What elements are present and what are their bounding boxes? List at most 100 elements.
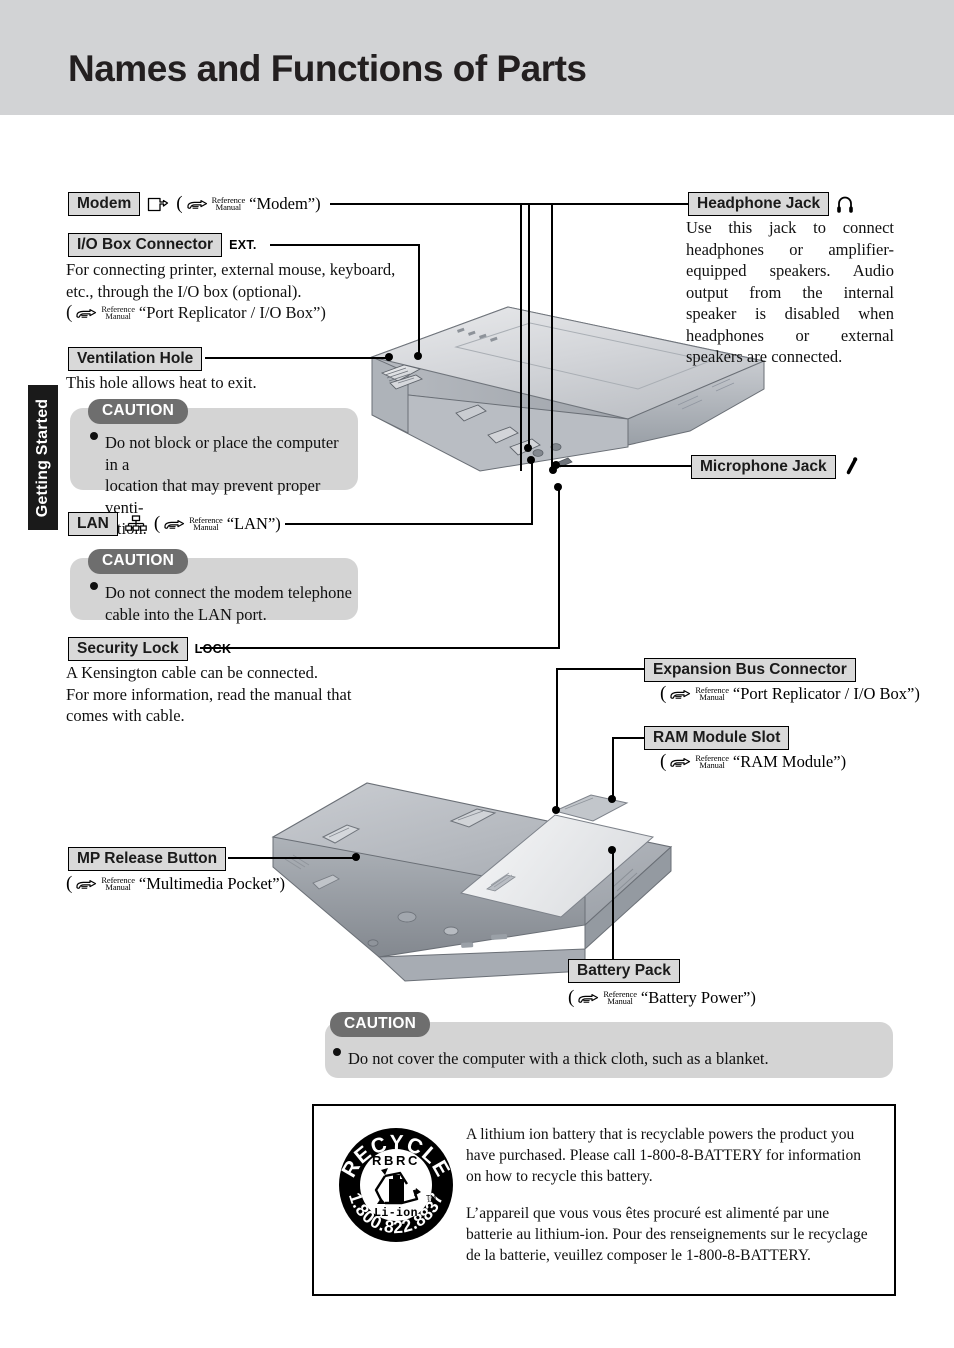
modem-entry: Modem ( Reference Manual “Modem”) [68, 192, 321, 216]
leader-dot-ram-module [608, 795, 616, 803]
battery-pack-reference-row: ( Reference Manual “Battery Power”) [568, 988, 756, 1008]
io-box-reference-target: “Port Replicator / I/O Box”) [138, 303, 326, 323]
lan-network-icon [125, 515, 147, 531]
pointing-hand-icon [76, 879, 97, 889]
modem-reference: ( Reference Manual “Modem”) [176, 194, 320, 214]
leader-line-lan-vertical [531, 460, 533, 524]
expansion-bus-reference-target: “Port Replicator / I/O Box”) [732, 684, 920, 703]
leader-dot-expansion-bus [552, 806, 560, 814]
io-box-entry: I/O Box Connector EXT. [68, 233, 257, 257]
page-title: Names and Functions of Parts [68, 48, 587, 89]
caution-box-ventilation: CAUTION Do not block or place the comput… [70, 399, 358, 538]
modem-port-icon [148, 197, 169, 211]
reference-manual-glyph: Reference Manual [211, 194, 246, 212]
leader-dot-microphone [552, 461, 560, 469]
recycle-seal-center-text: RBRC [372, 1153, 420, 1168]
leader-dot-io-box [414, 352, 422, 360]
caution-title: CAUTION [88, 549, 189, 574]
io-box-label: I/O Box Connector [68, 233, 223, 257]
headphone-label: Headphone Jack [688, 192, 830, 216]
paren-open: ( [660, 751, 667, 772]
security-lock-label: Security Lock [68, 637, 188, 661]
leader-line-modem [330, 203, 535, 205]
leader-line-ram-module [612, 737, 644, 739]
caution-items: Do not cover the computer with a thick c… [333, 1048, 881, 1070]
leader-line-modem-vertical [528, 203, 530, 448]
ventilation-entry: Ventilation Hole [68, 347, 203, 371]
mp-release-reference-row: ( Reference Manual “Multimedia Pocket”) [66, 874, 285, 894]
leader-dot-battery-pack [608, 846, 616, 854]
caution-items: Do not connect the modem telephone cable… [90, 582, 352, 625]
mp-release-reference-target: “Multimedia Pocket”) [138, 874, 286, 893]
battery-pack-reference-target: “Battery Power”) [640, 988, 756, 1007]
leader-line-expansion-bus-vertical [556, 668, 558, 810]
caution-item: Do not connect the modem telephone cable… [90, 582, 352, 625]
leader-line-expansion-bus [556, 668, 644, 670]
recycle-seal-tm: TM [426, 1195, 436, 1202]
lan-reference: ( Reference Manual “LAN”) [154, 514, 281, 534]
reference-manual-glyph: Reference Manual [603, 988, 637, 1006]
leader-line-io-box [270, 244, 420, 246]
rbrc-recycle-seal-icon: RECYCLE 1.800.822.8837 RBRC Li-ion TM [337, 1128, 453, 1242]
pointing-hand-icon [186, 199, 207, 209]
expansion-bus-reference-row: ( Reference Manual “Port Replicator / I/… [660, 684, 920, 704]
leader-dot-mp-release [352, 853, 360, 861]
leader-dot-ventilation [385, 353, 393, 361]
paren-open: ( [568, 987, 575, 1008]
section-tab-getting-started: Getting Started [28, 385, 58, 530]
io-box-description: For connecting printer, external mouse, … [66, 260, 396, 323]
pointing-hand-icon [578, 993, 599, 1003]
modem-reference-target: “Modem”) [249, 194, 321, 213]
expansion-bus-entry: Expansion Bus Connector [644, 658, 856, 682]
section-tab-label: Getting Started [34, 398, 51, 517]
paren-open: ( [66, 302, 73, 323]
recycle-paragraph-fr: L’appareil que vous vous êtes procuré es… [466, 1205, 868, 1264]
caution-title: CAUTION [330, 1012, 431, 1037]
pointing-hand-icon [670, 689, 691, 699]
leader-line-headphone [520, 203, 688, 205]
leader-dot-security-lock [554, 483, 562, 491]
mp-release-reference: ( Reference Manual “Multimedia Pocket”) [66, 874, 285, 894]
mp-release-label: MP Release Button [68, 847, 227, 871]
leader-line-io-box-vertical [418, 244, 420, 356]
lan-reference-target: “LAN”) [226, 514, 281, 533]
leader-line-microphone [556, 465, 691, 467]
reference-manual-glyph: Reference Manual [101, 303, 135, 321]
recycle-notice-text: A lithium ion battery that is recyclable… [466, 1124, 876, 1266]
pointing-hand-icon [164, 519, 185, 529]
headphone-icon [837, 196, 853, 213]
caution-title: CAUTION [88, 399, 189, 424]
lan-entry: LAN ( Reference Manual “LAN”) [68, 512, 281, 536]
leader-line-security-lock [200, 647, 560, 649]
leader-line-ventilation [205, 357, 390, 359]
security-lock-port-mark: LOCK [194, 642, 232, 656]
ram-module-reference-row: ( Reference Manual “RAM Module”) [660, 752, 846, 772]
microphone-label: Microphone Jack [691, 455, 836, 479]
bullet-icon [333, 1048, 341, 1056]
caution-box-lan: CAUTION Do not connect the modem telepho… [70, 549, 358, 624]
caution-box-cover: CAUTION Do not cover the computer with a… [325, 1012, 893, 1078]
paren-open: ( [153, 513, 161, 534]
battery-pack-entry: Battery Pack [568, 959, 680, 983]
paren-open: ( [660, 683, 667, 704]
reference-manual-glyph: Reference Manual [695, 752, 729, 770]
reference-manual-glyph: Reference Manual [189, 514, 223, 532]
recycle-seal-chemistry: Li-ion [374, 1207, 418, 1220]
microphone-icon [846, 457, 857, 475]
reference-manual-glyph: Reference Manual [101, 874, 135, 892]
io-box-port-mark: EXT. [229, 238, 257, 252]
ram-module-reference-target: “RAM Module”) [732, 752, 847, 771]
security-lock-entry: Security Lock LOCK [68, 637, 231, 661]
paren-open: ( [176, 193, 183, 214]
manual-page: Names and Functions of Parts Getting Sta… [0, 0, 954, 1348]
leader-line-battery-pack [612, 850, 614, 962]
leader-line-ram-module-vertical [612, 737, 614, 799]
battery-pack-label: Battery Pack [568, 959, 680, 983]
headphone-entry: Headphone Jack [688, 192, 854, 216]
reference-manual-glyph: Reference Manual [695, 684, 729, 702]
leader-dot-lan [527, 456, 535, 464]
expansion-bus-label: Expansion Bus Connector [644, 658, 856, 682]
microphone-entry: Microphone Jack [691, 455, 859, 479]
leader-line-mp-release [228, 857, 358, 859]
security-lock-description: A Kensington cable can be connected. For… [66, 663, 352, 725]
